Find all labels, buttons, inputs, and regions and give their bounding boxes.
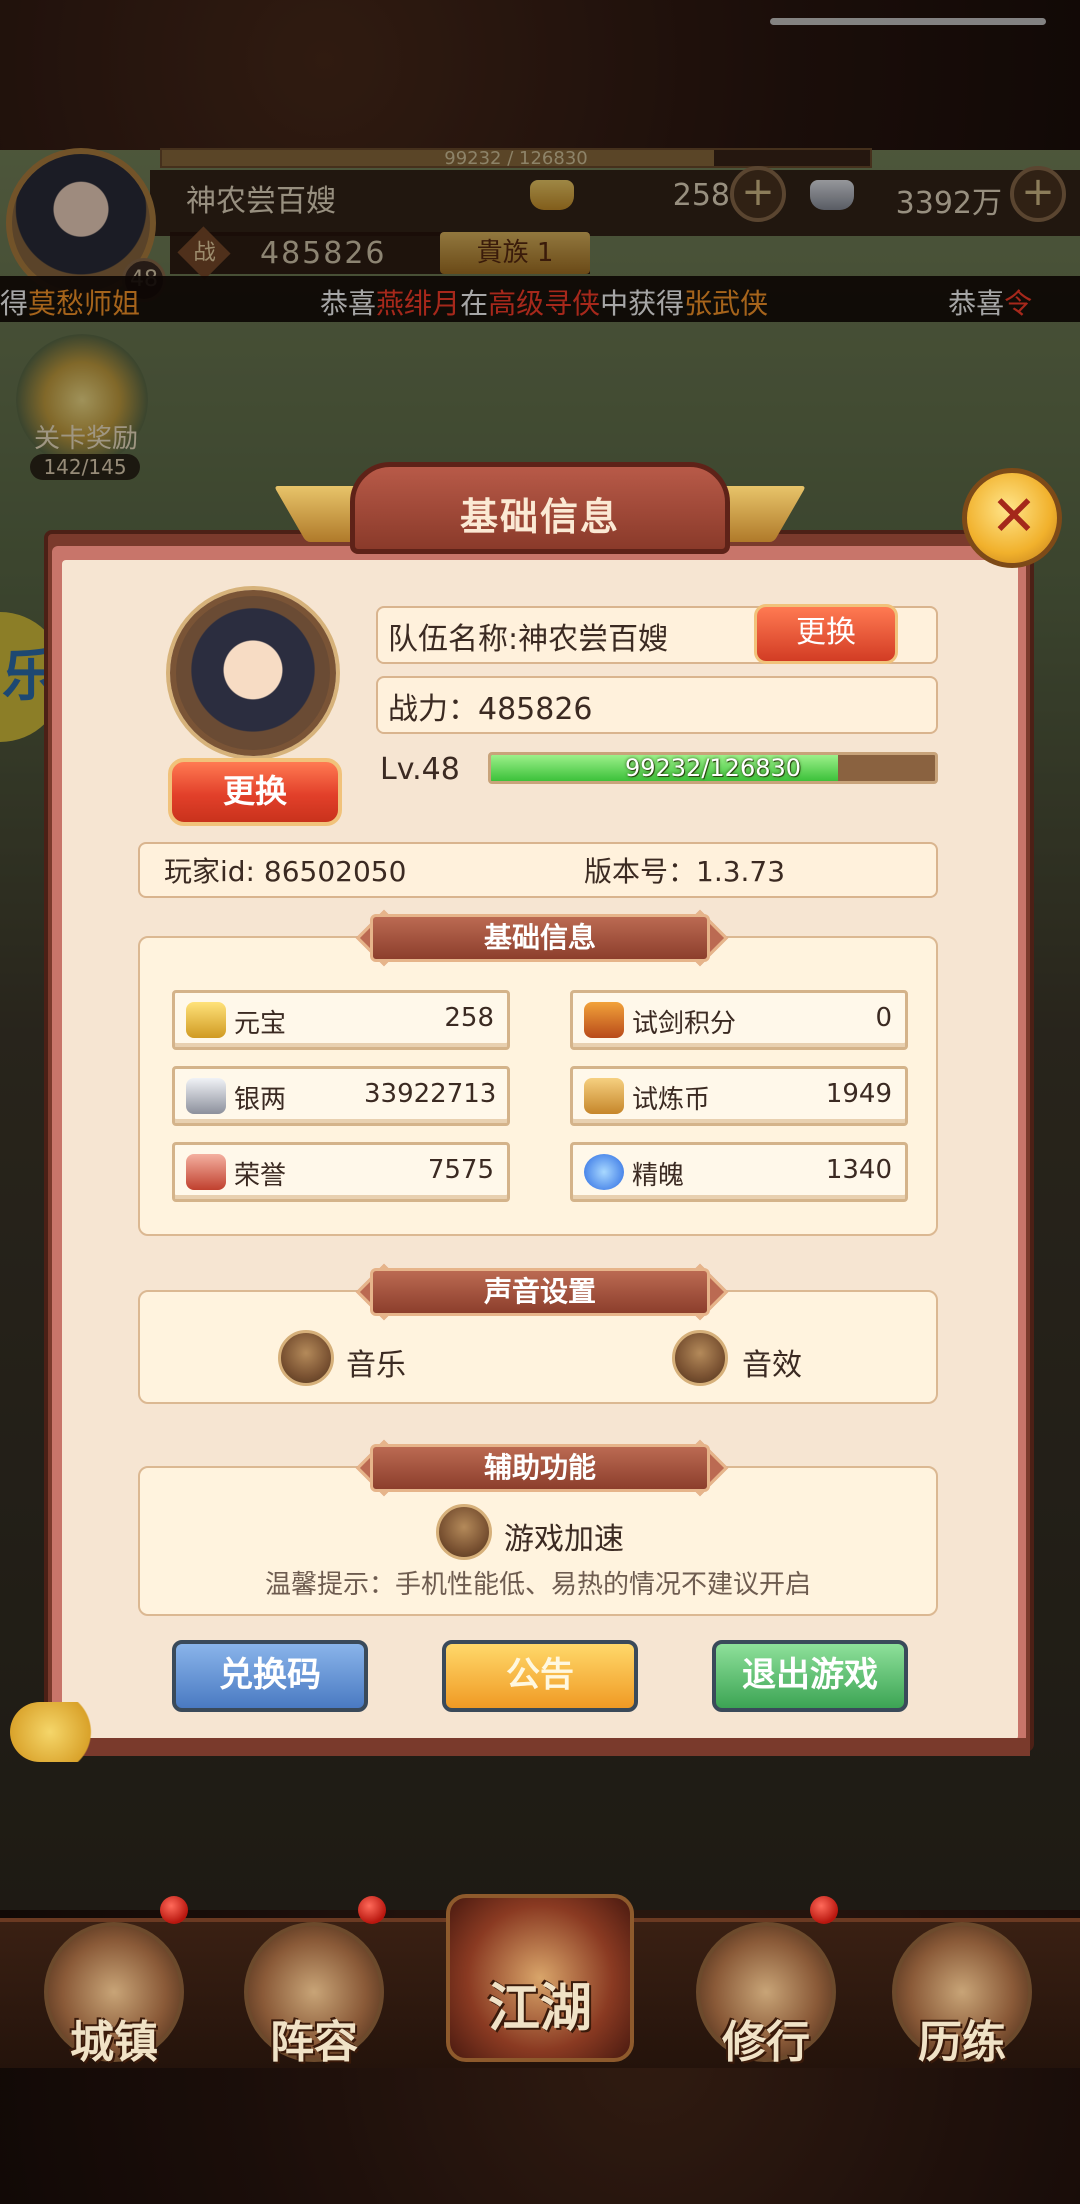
music-label: 音乐	[346, 1348, 406, 1383]
power-label: 战力：485826	[388, 692, 593, 727]
panel-bottom-trim	[50, 1738, 1030, 1756]
nav-notify-dot	[810, 1896, 838, 1924]
player-id-label: 玩家id: 86502050	[164, 855, 407, 888]
spirit-icon	[584, 1154, 624, 1190]
music-toggle[interactable]	[278, 1330, 334, 1386]
resource-name: 试剑积分	[632, 1009, 737, 1039]
assist-hint-text: 温馨提示：手机性能低、易热的情况不建议开启	[264, 1570, 811, 1600]
nav-notify-dot	[160, 1896, 188, 1924]
resource-name: 元宝	[234, 1009, 287, 1039]
resource-value: 0	[875, 1003, 892, 1033]
notice-button[interactable]: 公告	[442, 1640, 638, 1712]
resource-value: 33922713	[364, 1079, 497, 1109]
resources-section-title: 基础信息	[370, 914, 710, 962]
change-team-name-button[interactable]: 更换	[754, 604, 898, 664]
sound-settings-title: 声音设置	[370, 1268, 710, 1316]
resource-value: 7575	[427, 1155, 494, 1185]
redeem-code-button[interactable]: 兑换码	[172, 1640, 368, 1712]
exp-progress-text: 99232/126830	[624, 754, 802, 782]
cloud-decoration	[10, 1702, 110, 1762]
version-label: 版本号：1.3.73	[584, 855, 786, 888]
speedup-label: 游戏加速	[504, 1522, 624, 1557]
nav-lineup-label: 阵容	[270, 2017, 358, 2068]
speedup-toggle[interactable]	[436, 1504, 492, 1560]
change-avatar-button[interactable]: 更换	[168, 758, 342, 826]
sword-points-icon	[584, 1002, 624, 1038]
resource-name: 精魄	[632, 1161, 685, 1191]
resource-name: 荣誉	[234, 1161, 287, 1191]
nav-trial-label: 历练	[918, 2017, 1006, 2068]
panel-title: 基础信息	[459, 495, 620, 539]
close-icon[interactable]: ✕	[990, 489, 1038, 545]
nav-town-label: 城镇	[70, 2017, 158, 2068]
resource-name: 试炼币	[632, 1085, 711, 1115]
nav-practice-label: 修行	[722, 2017, 810, 2068]
level-label: Lv.48	[380, 752, 460, 787]
resource-value: 1949	[825, 1079, 892, 1109]
trial-coin-icon	[584, 1078, 624, 1114]
sfx-toggle[interactable]	[672, 1330, 728, 1386]
resource-value: 258	[444, 1003, 494, 1033]
silver-ingot-icon	[186, 1078, 226, 1114]
player-avatar	[170, 590, 336, 756]
sfx-label: 音效	[742, 1348, 802, 1383]
nav-notify-dot	[358, 1896, 386, 1924]
resource-value: 1340	[825, 1155, 892, 1185]
nav-jianghu-label: 江湖	[487, 1979, 592, 2039]
exit-game-button[interactable]: 退出游戏	[712, 1640, 908, 1712]
gold-ingot-icon	[186, 1002, 226, 1038]
team-name-label: 队伍名称:神农尝百嫂	[388, 622, 669, 657]
honor-icon	[186, 1154, 226, 1190]
assist-section-title: 辅助功能	[370, 1444, 710, 1492]
resource-name: 银两	[234, 1085, 287, 1115]
